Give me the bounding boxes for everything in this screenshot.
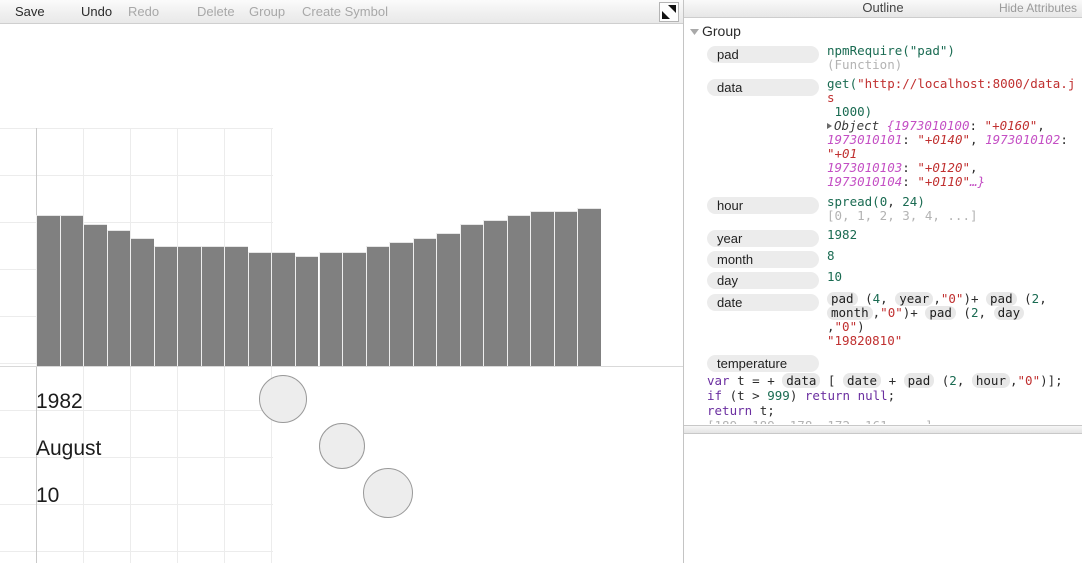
bar[interactable] [412, 238, 437, 366]
attribute-value[interactable]: 10 [827, 270, 1082, 284]
bar[interactable] [200, 246, 225, 366]
canvas-label-day[interactable]: 10 [36, 485, 59, 506]
bar[interactable] [530, 211, 554, 366]
bar[interactable] [177, 246, 201, 366]
panel-divider[interactable] [684, 425, 1082, 434]
app-root: Save Undo Redo Delete Group Create Symbo… [0, 0, 1082, 563]
bar[interactable] [153, 246, 178, 366]
bar[interactable] [130, 238, 154, 366]
hide-attributes-button[interactable]: Hide Attributes [999, 2, 1077, 14]
attribute-row: date pad (4, year ,"0")+ pad (2, month ,"0"… [684, 292, 1082, 348]
bar[interactable] [553, 211, 578, 366]
attribute-value[interactable]: 1982 [827, 228, 1082, 242]
attribute-row: temperature [684, 353, 1082, 372]
attribute-list: pad npmRequire("pad") (Function) data get("… [684, 44, 1082, 424]
group-button[interactable]: Group [249, 5, 285, 18]
bar[interactable] [271, 252, 295, 366]
outline-body: Group pad npmRequire("pad") (Function) dat… [684, 18, 1082, 424]
bar[interactable] [247, 252, 272, 366]
attribute-name[interactable]: day [707, 272, 819, 289]
delete-button[interactable]: Delete [197, 5, 235, 18]
bar-chart[interactable] [36, 150, 601, 366]
attribute-code-block[interactable]: var t = + data [ date + pad (2, hour ,"0"… [707, 373, 1082, 424]
canvas-pane: Save Undo Redo Delete Group Create Symbo… [0, 0, 683, 563]
bar[interactable] [106, 230, 131, 366]
bar[interactable] [506, 215, 531, 366]
attribute-value[interactable]: spread(0, 24) [0, 1, 2, 3, 4, ...] [827, 195, 1082, 223]
bar[interactable] [224, 246, 248, 366]
bar[interactable] [342, 252, 366, 366]
attribute-value[interactable]: pad (4, year ,"0")+ pad (2, month ,"0")+ p… [827, 292, 1082, 348]
bar[interactable] [389, 242, 413, 366]
bar[interactable] [365, 246, 390, 366]
attribute-name[interactable]: hour [707, 197, 819, 214]
redo-button[interactable]: Redo [128, 5, 159, 18]
attribute-value[interactable]: npmRequire("pad") (Function) [827, 44, 1082, 72]
bar[interactable] [294, 256, 319, 366]
tree-node-group[interactable]: Group [684, 22, 1082, 40]
create-symbol-button[interactable]: Create Symbol [302, 5, 388, 18]
canvas-label-month[interactable]: August [36, 438, 101, 459]
attribute-name[interactable]: year [707, 230, 819, 247]
panel-lower-empty [684, 434, 1082, 563]
bar[interactable] [59, 215, 84, 366]
canvas-circle[interactable] [259, 375, 307, 423]
resize-handle-icon[interactable] [659, 2, 679, 22]
canvas-horizontal-guide [0, 366, 683, 367]
attribute-row: day 10 [684, 270, 1082, 289]
bar[interactable] [459, 224, 484, 366]
bar[interactable] [318, 252, 343, 366]
attribute-name[interactable]: date [707, 294, 819, 311]
bar[interactable] [436, 233, 460, 366]
attribute-name[interactable]: month [707, 251, 819, 268]
attribute-row: data get("http://localhost:8000/data.js 1… [684, 77, 1082, 189]
outline-pane: Outline Hide Attributes Group pad npmRequ… [683, 0, 1082, 563]
bar[interactable] [36, 215, 60, 366]
attribute-name[interactable]: data [707, 79, 819, 96]
outline-header: Outline Hide Attributes [684, 0, 1082, 18]
save-button[interactable]: Save [15, 5, 45, 18]
attribute-name[interactable]: temperature [707, 355, 819, 372]
attribute-row: month 8 [684, 249, 1082, 268]
canvas-circle[interactable] [363, 468, 413, 518]
attribute-value[interactable]: 8 [827, 249, 1082, 263]
undo-button[interactable]: Undo [81, 5, 112, 18]
attribute-value[interactable]: get("http://localhost:8000/data.js 1000)… [827, 77, 1082, 189]
attribute-name[interactable]: pad [707, 46, 819, 63]
attribute-row: pad npmRequire("pad") (Function) [684, 44, 1082, 72]
attribute-row: year 1982 [684, 228, 1082, 247]
bar[interactable] [577, 208, 601, 366]
bar[interactable] [483, 220, 507, 366]
canvas-label-year[interactable]: 1982 [36, 391, 83, 412]
chevron-down-icon[interactable] [689, 22, 702, 37]
tree-node-group-label: Group [702, 23, 741, 39]
attribute-row: hour spread(0, 24) [0, 1, 2, 3, 4, ...] [684, 195, 1082, 223]
bar[interactable] [83, 224, 107, 366]
canvas-circle[interactable] [319, 423, 365, 469]
toolbar: Save Undo Redo Delete Group Create Symbo… [0, 0, 683, 24]
